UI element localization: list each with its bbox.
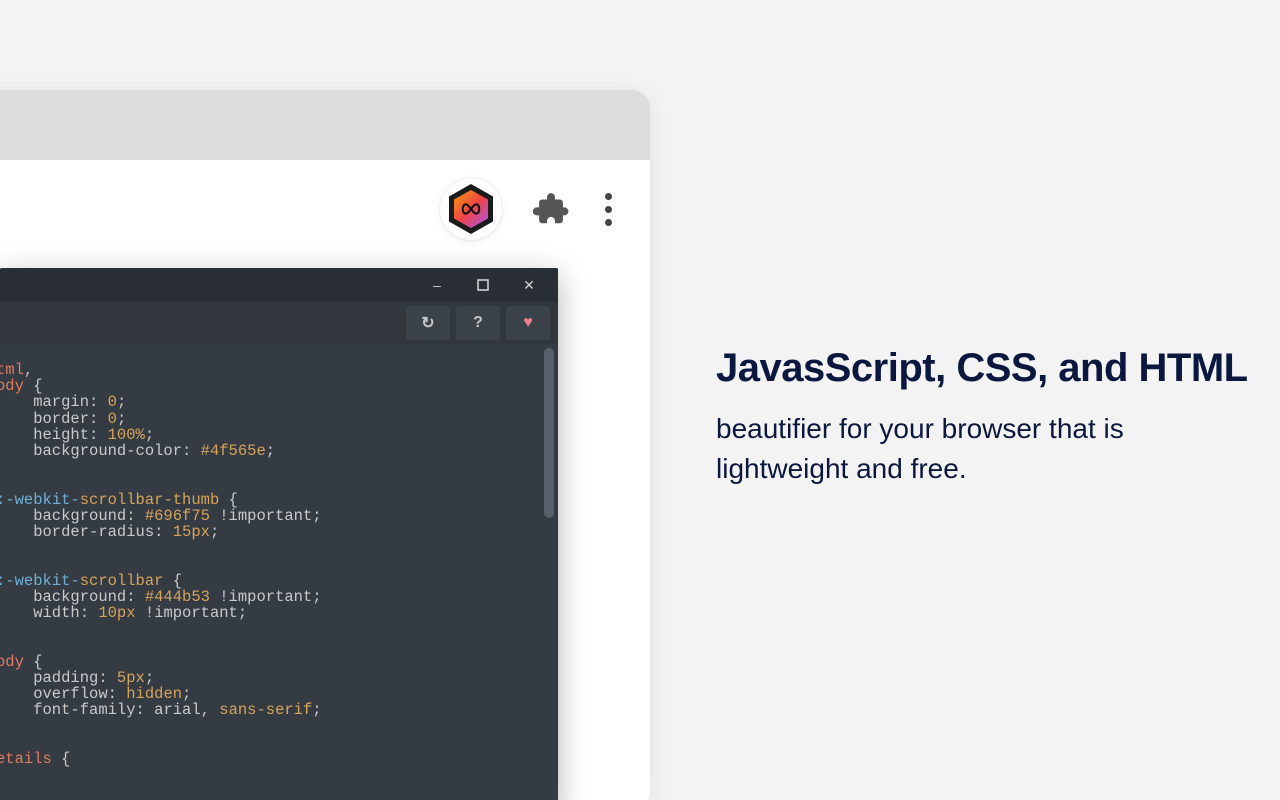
help-icon: ?	[473, 314, 483, 332]
browser-menu-button[interactable]	[596, 190, 620, 228]
code-editor[interactable]: tml, ody { margin: 0; border: 0; height:…	[0, 344, 558, 800]
app-window: – ✕ ↻ ? ♥ tml, ody { margin: 0; border: …	[0, 268, 558, 800]
subheadline: beautifier for your browser that is ligh…	[716, 409, 1136, 489]
browser-toolbar	[0, 160, 650, 258]
infinity-icon	[460, 202, 482, 216]
window-maximize-button[interactable]	[460, 268, 506, 302]
browser-tab-strip	[0, 90, 650, 160]
help-button[interactable]: ?	[456, 306, 500, 340]
reload-icon: ↻	[421, 313, 434, 333]
marketing-copy: JavasScript, CSS, and HTML beautifier fo…	[716, 346, 1256, 489]
window-close-button[interactable]: ✕	[506, 268, 552, 302]
reload-button[interactable]: ↻	[406, 306, 450, 340]
window-minimize-button[interactable]: –	[414, 268, 460, 302]
extension-action-button[interactable]	[440, 178, 502, 240]
infinity-hex-icon	[449, 184, 493, 234]
editor-scrollbar-thumb[interactable]	[544, 348, 554, 518]
extensions-puzzle-icon[interactable]	[532, 190, 570, 228]
maximize-icon	[477, 279, 489, 291]
minimize-icon: –	[433, 277, 441, 293]
close-icon: ✕	[523, 277, 535, 294]
code-content: tml, ody { margin: 0; border: 0; height:…	[0, 344, 558, 767]
heart-icon: ♥	[523, 314, 533, 332]
headline: JavasScript, CSS, and HTML	[716, 346, 1256, 391]
app-toolbar: ↻ ? ♥	[0, 302, 558, 344]
favorite-button[interactable]: ♥	[506, 306, 550, 340]
window-titlebar: – ✕	[0, 268, 558, 302]
